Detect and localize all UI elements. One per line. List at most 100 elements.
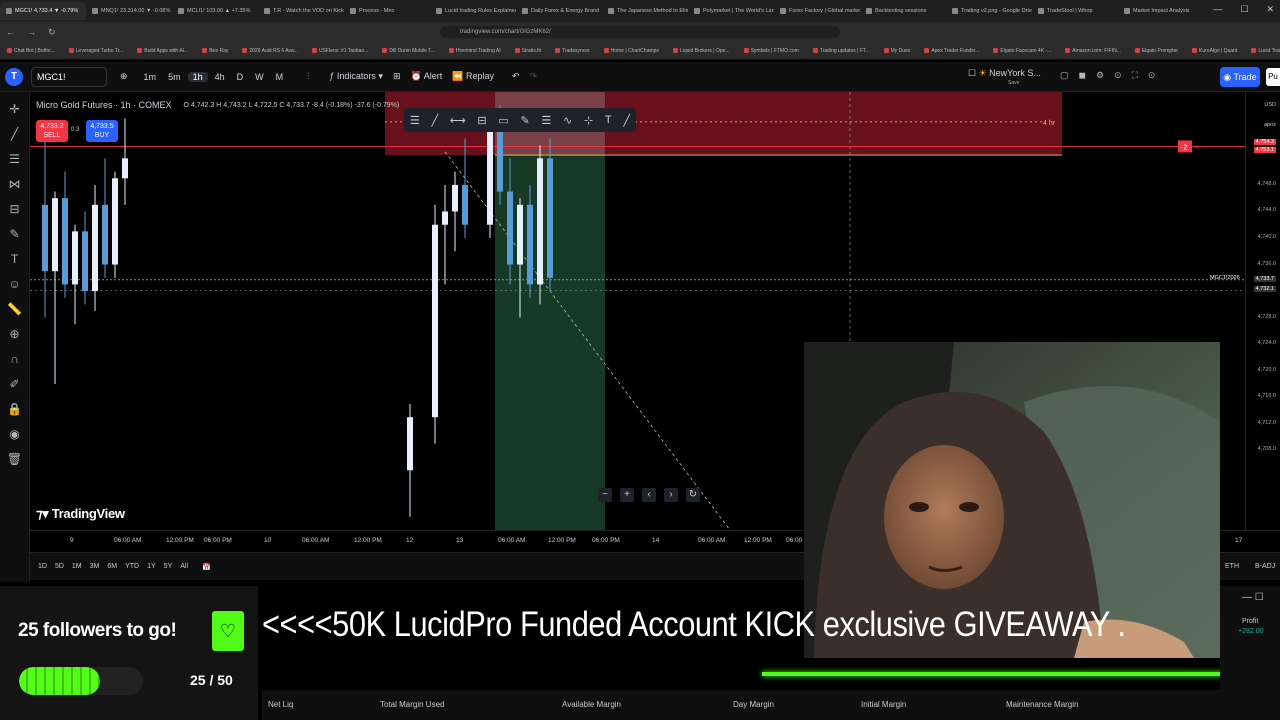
- bookmark-item[interactable]: Bee Ray: [195, 48, 235, 54]
- zoom-icon[interactable]: ⊕: [9, 327, 19, 341]
- range-button[interactable]: 1M: [72, 563, 82, 570]
- price-adjust[interactable]: apoz: [1264, 122, 1276, 128]
- price-currency[interactable]: USD: [1264, 102, 1276, 108]
- text-tool-icon[interactable]: T: [605, 114, 612, 126]
- bookmark-item[interactable]: Liquid Brokers | Ope...: [666, 48, 737, 54]
- bookmark-item[interactable]: Elgato Prompter: [1128, 48, 1185, 54]
- pattern-icon[interactable]: ⋈: [9, 177, 21, 191]
- magnet-icon[interactable]: ∩: [10, 352, 19, 366]
- interval-button[interactable]: 5m: [163, 72, 186, 82]
- browser-tab[interactable]: Polymarket | The World's Largest: [688, 2, 774, 20]
- bookmark-item[interactable]: Symbols | FTMO.com: [737, 48, 806, 54]
- browser-tab[interactable]: Process - Miro: [344, 2, 430, 20]
- interval-button[interactable]: D: [232, 72, 249, 82]
- trend-line-icon[interactable]: ╱: [11, 127, 18, 141]
- back-icon[interactable]: ←: [6, 27, 15, 38]
- reload-icon[interactable]: ↻: [48, 27, 56, 38]
- lock-drawing-icon[interactable]: ✐: [9, 377, 19, 391]
- browser-tab[interactable]: Backtesting sessions: [860, 2, 946, 20]
- line-tool-icon[interactable]: ╱: [431, 114, 438, 127]
- browser-tab[interactable]: T.R - Watch the VOD on Kick: [258, 2, 344, 20]
- close-icon[interactable]: ✕: [1266, 4, 1274, 15]
- bookmark-item[interactable]: Stratis.fit: [508, 48, 548, 54]
- bookmark-item[interactable]: Hivemind Trading AI: [442, 48, 508, 54]
- replay-button[interactable]: ⏪ Replay: [447, 71, 499, 82]
- fib-tool-icon[interactable]: ☰: [541, 114, 551, 127]
- bookmark-item[interactable]: USFlens: #1 Taobao...: [305, 48, 375, 54]
- undo-icon[interactable]: ↶: [507, 71, 525, 82]
- vertical-line-icon[interactable]: ⊹: [584, 114, 593, 127]
- bookmark-item[interactable]: Home | ChartChamps: [597, 48, 666, 54]
- add-symbol-icon[interactable]: ⊕: [115, 71, 133, 82]
- interval-button[interactable]: 1h: [187, 71, 208, 82]
- lock-icon[interactable]: 🔒: [7, 402, 22, 416]
- brush-tool-icon[interactable]: ╱: [623, 114, 630, 127]
- bookmark-item[interactable]: Trading updates | FT...: [806, 48, 877, 54]
- range-button[interactable]: 1D: [38, 563, 47, 570]
- redo-icon[interactable]: ↷: [525, 71, 543, 82]
- channel-icon[interactable]: ⊟: [477, 114, 486, 127]
- browser-tab[interactable]: Forex Factory | Global markets fo: [774, 2, 860, 20]
- fib-icon[interactable]: ☰: [9, 152, 20, 166]
- text-icon[interactable]: T: [11, 252, 18, 266]
- browser-tab[interactable]: Trading v2.png - Google Drive: [946, 2, 1032, 20]
- crosshair-icon[interactable]: ✛: [9, 102, 19, 116]
- trash-icon[interactable]: 🗑: [7, 452, 22, 466]
- bookmark-item[interactable]: 2026 Audi RS 6 Ava...: [235, 48, 305, 54]
- range-button[interactable]: 1Y: [147, 563, 156, 570]
- horizontal-line-icon[interactable]: ⟷: [450, 114, 466, 127]
- range-button[interactable]: 5Y: [164, 563, 173, 570]
- browser-tab[interactable]: MCLI1! 103.00 ▲ +7.35%: [172, 2, 258, 20]
- calendar-icon[interactable]: 📅: [202, 563, 211, 571]
- zoom-out-icon[interactable]: −: [598, 488, 612, 502]
- forward-icon[interactable]: →: [27, 27, 36, 38]
- symbol-search[interactable]: MGC1!: [31, 66, 107, 87]
- chart-type-icon[interactable]: ⫶: [302, 71, 314, 82]
- sell-button[interactable]: 4,733.2 SELL: [36, 120, 68, 142]
- bookmark-item[interactable]: KuroAlgo | Quant: [1185, 48, 1244, 54]
- range-button[interactable]: YTD: [125, 563, 139, 570]
- reset-chart-icon[interactable]: ↻: [686, 488, 700, 502]
- bookmark-item[interactable]: Elgato Facecam 4K -...: [986, 48, 1058, 54]
- zoom-in-icon[interactable]: +: [620, 488, 634, 502]
- bookmark-item[interactable]: Chat Bot | Botfor...: [0, 48, 62, 54]
- ruler-icon[interactable]: 📏: [7, 302, 22, 316]
- alert-button[interactable]: ⏰ Alert: [406, 71, 448, 82]
- scroll-left-icon[interactable]: ‹: [642, 488, 656, 502]
- minimize-icon[interactable]: —: [1213, 4, 1222, 15]
- range-button[interactable]: 3M: [90, 563, 100, 570]
- publish-button[interactable]: Pu: [1266, 68, 1280, 86]
- browser-tab[interactable]: Lucid trading Rules Explained: [430, 2, 516, 20]
- range-right-button[interactable]: B-ADJ: [1255, 563, 1275, 570]
- bookmark-item[interactable]: Leveraged Turbo Tr...: [62, 48, 131, 54]
- layouts-icon[interactable]: ⊞: [388, 71, 406, 82]
- bookmark-item[interactable]: Dill Dunin Mobile T...: [375, 48, 441, 54]
- bookmark-item[interactable]: Apex Trader Fundin...: [917, 48, 986, 54]
- interval-button[interactable]: 1m: [139, 72, 162, 82]
- browser-tab[interactable]: Market Impact Analysis: [1118, 2, 1204, 20]
- panel-controls[interactable]: — ☐: [1242, 592, 1264, 603]
- bookmark-item[interactable]: My Dues: [877, 48, 918, 54]
- eye-icon[interactable]: ◉: [9, 427, 19, 441]
- browser-tab[interactable]: TradeStool | Whop: [1032, 2, 1118, 20]
- range-button[interactable]: 5D: [55, 563, 64, 570]
- pen-icon[interactable]: ✎: [520, 114, 529, 127]
- interval-button[interactable]: 4h: [210, 72, 230, 82]
- range-button[interactable]: 6M: [107, 563, 117, 570]
- interval-button[interactable]: W: [250, 72, 269, 82]
- session-selector[interactable]: ☐ ☀ NewYork S...: [968, 68, 1041, 79]
- maximize-icon[interactable]: ☐: [1240, 4, 1248, 15]
- brush-icon[interactable]: ✎: [9, 227, 19, 241]
- interval-button[interactable]: M: [271, 72, 289, 82]
- bookmark-item[interactable]: Tradesyncer: [548, 48, 597, 54]
- tv-avatar[interactable]: T: [5, 67, 23, 86]
- drag-handle-icon[interactable]: ☰: [410, 114, 420, 127]
- top-right-icons[interactable]: ▢◼⚙⊙⛶⊙: [1060, 70, 1165, 81]
- browser-tab[interactable]: MGC1! 4,733.4 ▼ -0.79%: [0, 2, 86, 20]
- trade-button[interactable]: ◉ Trade: [1220, 67, 1260, 87]
- price-scale[interactable]: USD apoz 4,748.0 4,744.0 4,740.0 4,736.0 4,728…: [1245, 92, 1280, 530]
- url-field[interactable]: tradingview.com/chart/GlGzMK62/: [440, 26, 840, 38]
- range-button[interactable]: All: [180, 563, 188, 570]
- scroll-right-icon[interactable]: ›: [664, 488, 678, 502]
- projection-icon[interactable]: ⊟: [9, 202, 19, 216]
